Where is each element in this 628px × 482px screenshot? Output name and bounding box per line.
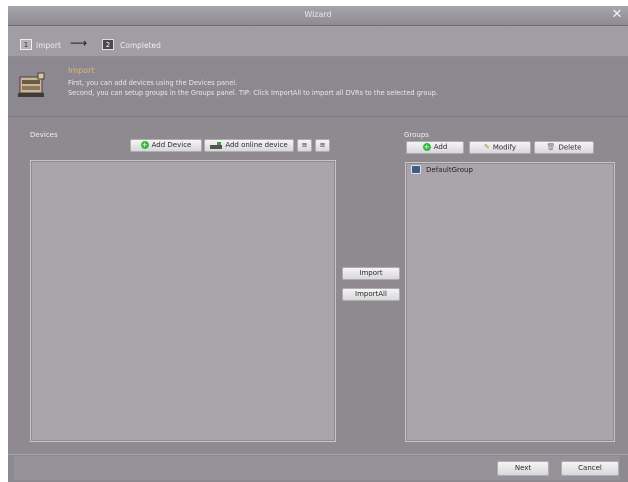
- window-title: Wizard: [304, 10, 332, 19]
- modify-label: Modify: [492, 143, 517, 152]
- trash-icon: 🗑: [546, 143, 556, 151]
- wizard-window: Wizard ✕ 1 Import ⟶ 2 Completed Import F…: [8, 6, 628, 482]
- devices-list[interactable]: [30, 160, 336, 442]
- devices-label: Devices: [30, 131, 58, 139]
- step-2-label: Completed: [120, 41, 161, 50]
- info-line-1: First, you can add devices using the Dev…: [68, 79, 238, 87]
- import-all-button[interactable]: ImportAll: [342, 288, 400, 301]
- step-1-label: Import: [36, 41, 61, 50]
- arrow-right-icon: ⟶: [70, 36, 88, 50]
- info-panel: Import First, you can add devices using …: [8, 58, 628, 117]
- tree-item[interactable]: DefaultGroup: [406, 163, 606, 176]
- step-1-icon: 1: [20, 39, 32, 50]
- modify-group-button[interactable]: ✎ Modify: [469, 141, 531, 154]
- group-folder-icon: [411, 165, 421, 174]
- title-bar: Wizard ✕: [8, 6, 628, 26]
- add-device-button[interactable]: + Add Device: [130, 139, 202, 152]
- close-icon[interactable]: ✕: [610, 7, 624, 23]
- info-title: Import: [68, 66, 95, 75]
- add-device-label: Add Device: [151, 141, 192, 149]
- add-online-device-button[interactable]: Add online device: [204, 139, 294, 152]
- info-line-2: Second, you can setup groups in the Grou…: [68, 89, 438, 97]
- step-2-icon: 2: [102, 39, 114, 50]
- pencil-icon: ✎: [483, 143, 490, 151]
- delete-group-button[interactable]: 🗑 Delete: [534, 141, 594, 154]
- add-group-label: Add: [433, 143, 448, 151]
- tree-item-label: DefaultGroup: [426, 166, 473, 174]
- next-button[interactable]: Next: [497, 461, 549, 476]
- cancel-button[interactable]: Cancel: [561, 461, 619, 476]
- groups-label: Groups: [404, 131, 429, 139]
- step-bar: 1 Import ⟶ 2 Completed: [8, 26, 628, 56]
- add-online-device-label: Add online device: [225, 141, 288, 149]
- device-box-icon: [18, 72, 45, 97]
- add-group-button[interactable]: + Add: [406, 141, 464, 154]
- plus-icon: +: [140, 141, 149, 149]
- sort-button[interactable]: ≡: [315, 139, 330, 152]
- footer-bar: Next Cancel: [8, 454, 628, 482]
- import-button[interactable]: Import: [342, 267, 400, 280]
- filter-button[interactable]: ≡: [297, 139, 312, 152]
- plus-icon: +: [422, 143, 431, 151]
- groups-tree[interactable]: DefaultGroup: [405, 162, 615, 442]
- network-icon: [210, 141, 223, 149]
- delete-label: Delete: [558, 143, 582, 152]
